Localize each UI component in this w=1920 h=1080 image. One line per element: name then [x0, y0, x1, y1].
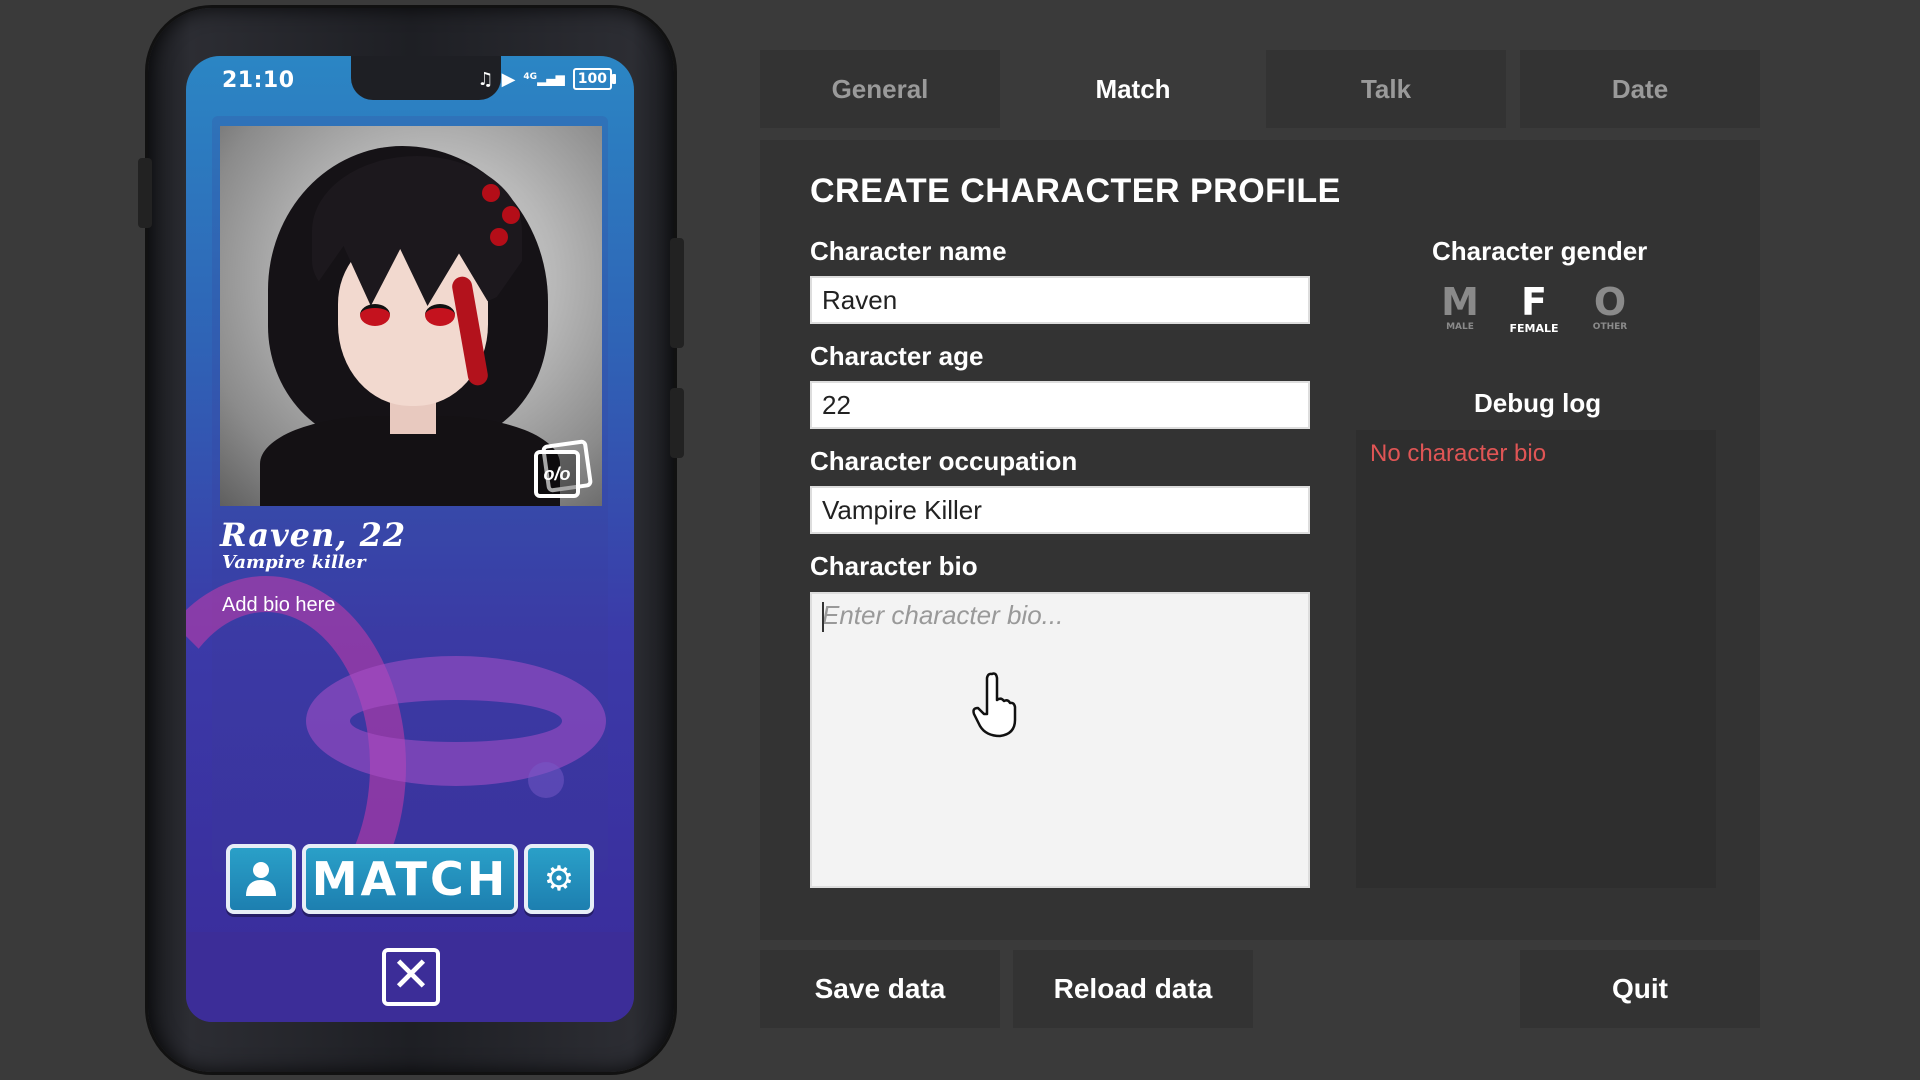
phone-bottom-bar: ✕	[186, 932, 634, 1022]
gear-icon: ⚙	[543, 860, 575, 898]
name-label: Character name	[810, 236, 1007, 266]
user-icon	[246, 862, 276, 896]
portrait-flower	[502, 206, 520, 224]
gender-female-caption: FEMALE	[1509, 322, 1559, 335]
portrait-eye	[425, 304, 455, 326]
decorative-dot	[528, 762, 564, 798]
phone-device: 21:10 ♫ ▶ 4G▂▄▆ 100 o/o Raven, 22 Vampir…	[138, 8, 684, 1072]
play-icon: ▶	[501, 68, 516, 90]
hand-cursor-icon	[972, 672, 1017, 738]
phone-button-row: MATCH ⚙	[226, 844, 594, 914]
bio-placeholder: Enter character bio...	[822, 600, 1064, 630]
profile-photo: o/o	[220, 126, 602, 506]
tab-date[interactable]: Date	[1520, 50, 1760, 128]
character-age-input[interactable]	[810, 381, 1310, 429]
phone-volume-button	[670, 238, 684, 348]
age-label: Character age	[810, 341, 984, 371]
gender-other-caption: OTHER	[1592, 322, 1628, 332]
save-data-button[interactable]: Save data	[760, 950, 1000, 1028]
profile-bio: Add bio here	[222, 594, 336, 616]
phone-screen: 21:10 ♫ ▶ 4G▂▄▆ 100 o/o Raven, 22 Vampir…	[186, 56, 634, 1022]
settings-button[interactable]: ⚙	[524, 844, 594, 914]
character-name-input[interactable]	[810, 276, 1310, 324]
status-clock: 21:10	[222, 68, 295, 93]
bio-label: Character bio	[810, 551, 978, 581]
debug-message: No character bio	[1370, 440, 1547, 467]
gender-other-letter: O	[1593, 280, 1627, 324]
signal-icon: 4G▂▄▆	[523, 72, 565, 86]
music-icon: ♫	[477, 68, 494, 90]
close-button[interactable]: ✕	[382, 948, 440, 1006]
gallery-counter: o/o	[534, 450, 580, 498]
gender-male-option[interactable]: M MALE	[1430, 282, 1490, 332]
gender-other-option[interactable]: O OTHER	[1580, 282, 1640, 332]
gallery-icon[interactable]: o/o	[532, 439, 594, 498]
character-bio-input[interactable]: Enter character bio...	[810, 592, 1310, 888]
profile-name-age: Raven, 22	[220, 516, 407, 554]
occupation-label: Character occupation	[810, 446, 1078, 476]
phone-side-button	[138, 158, 152, 228]
match-button[interactable]: MATCH	[302, 844, 518, 914]
debug-log-panel: No character bio	[1356, 430, 1716, 888]
status-bar: 21:10 ♫ ▶ 4G▂▄▆ 100	[186, 56, 634, 102]
gender-label: Character gender	[1432, 236, 1648, 266]
phone-power-button	[670, 388, 684, 458]
tab-general[interactable]: General	[760, 50, 1000, 128]
close-icon: ✕	[390, 949, 432, 1002]
portrait-eye	[360, 304, 390, 326]
status-icons: ♫ ▶ 4G▂▄▆ 100	[477, 68, 617, 90]
portrait-flower	[482, 184, 500, 202]
text-caret	[822, 602, 824, 632]
portrait-flower	[490, 228, 508, 246]
tab-match[interactable]: Match	[1013, 50, 1253, 128]
gender-female-option[interactable]: F FEMALE	[1504, 282, 1564, 335]
profile-button[interactable]	[226, 844, 296, 914]
debug-log-label: Debug log	[1474, 388, 1602, 418]
quit-button[interactable]: Quit	[1520, 950, 1760, 1028]
battery-icon: 100	[572, 68, 617, 90]
gender-male-caption: MALE	[1446, 322, 1474, 332]
gender-female-letter: F	[1521, 280, 1547, 324]
reload-data-button[interactable]: Reload data	[1013, 950, 1253, 1028]
decorative-ring	[306, 656, 606, 786]
profile-occupation: Vampire killer	[222, 552, 366, 573]
tab-talk[interactable]: Talk	[1266, 50, 1506, 128]
page-title: CREATE CHARACTER PROFILE	[810, 172, 1341, 210]
gender-male-letter: M	[1441, 280, 1479, 324]
network-label: 4G	[523, 72, 538, 82]
character-occupation-input[interactable]	[810, 486, 1310, 534]
